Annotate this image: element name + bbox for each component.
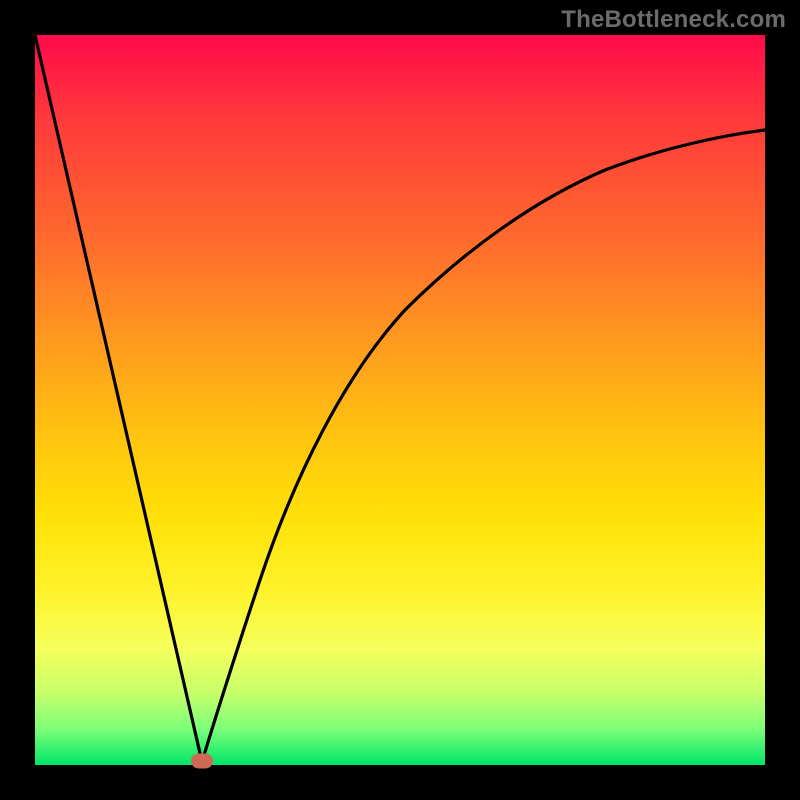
optimal-point-marker bbox=[191, 754, 213, 769]
chart-frame: TheBottleneck.com bbox=[0, 0, 800, 800]
curve-layer bbox=[35, 35, 765, 765]
plot-area bbox=[35, 35, 765, 765]
bottleneck-curve bbox=[35, 35, 765, 762]
watermark-text: TheBottleneck.com bbox=[561, 6, 786, 34]
